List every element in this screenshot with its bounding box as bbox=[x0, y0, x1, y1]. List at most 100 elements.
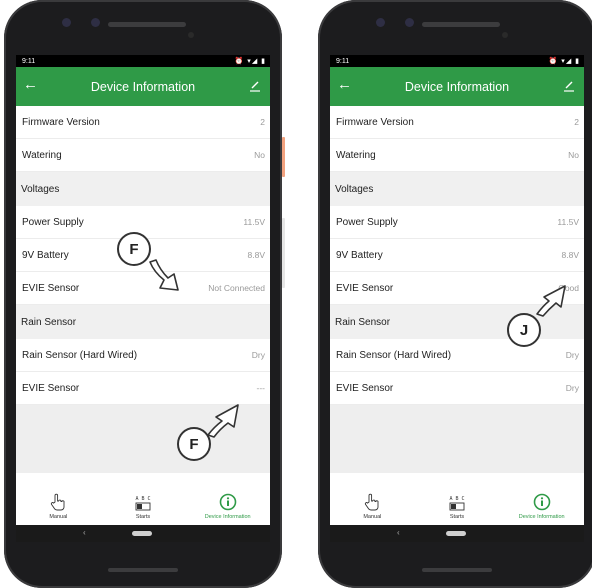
proximity-sensor bbox=[502, 32, 508, 38]
earpiece bbox=[108, 22, 186, 27]
earpiece bbox=[422, 22, 500, 27]
watering-row: Watering No bbox=[330, 139, 584, 172]
firmware-version-row: Firmware Version 2 bbox=[330, 106, 584, 139]
battery-row: 9V Battery 8.8V bbox=[330, 239, 584, 272]
evie-sensor-voltage-row: EVIE Sensor Not Connected bbox=[16, 272, 270, 305]
status-time: 9:11 bbox=[336, 57, 350, 65]
tab-label: Starts bbox=[135, 514, 151, 520]
firmware-version-row: Firmware Version 2 bbox=[16, 106, 270, 139]
row-value: No bbox=[568, 150, 579, 160]
phone-left: 9:11 ⏰ ▾◢ ▮ ← Device Information Firmwar… bbox=[4, 0, 282, 588]
row-label: EVIE Sensor bbox=[336, 282, 394, 294]
rain-sensor-row: Rain Sensor (Hard Wired) Dry bbox=[330, 339, 584, 372]
nav-back-icon[interactable]: ‹ bbox=[83, 528, 86, 537]
row-value: 11.5V bbox=[243, 217, 265, 227]
row-label: Firmware Version bbox=[22, 116, 100, 128]
arrow-up-right-icon bbox=[536, 285, 566, 317]
row-label: 9V Battery bbox=[22, 249, 69, 261]
app-bar: ← Device Information bbox=[330, 67, 584, 106]
row-label: Rain Sensor (Hard Wired) bbox=[336, 349, 452, 361]
page-title: Device Information bbox=[404, 79, 510, 94]
voltages-header: Voltages bbox=[16, 172, 270, 206]
bottom-tab-bar: Manual A B C Starts Device Information bbox=[16, 473, 270, 525]
back-arrow-icon[interactable]: ← bbox=[23, 77, 38, 92]
status-icons: ⏰ ▾◢ ▮ bbox=[234, 58, 266, 65]
row-label: EVIE Sensor bbox=[22, 382, 80, 394]
edit-icon[interactable] bbox=[250, 80, 260, 92]
tab-label: Device Information bbox=[518, 514, 565, 520]
abc-text: A B C bbox=[135, 496, 150, 502]
watering-row: Watering No bbox=[16, 139, 270, 172]
tab-label: Starts bbox=[449, 514, 465, 520]
row-label: Rain Sensor (Hard Wired) bbox=[22, 349, 138, 361]
voltages-header: Voltages bbox=[330, 172, 584, 206]
front-camera bbox=[376, 18, 385, 27]
row-label: Watering bbox=[336, 149, 376, 161]
status-bar: 9:11 ⏰ ▾◢ ▮ bbox=[16, 55, 270, 67]
front-camera bbox=[62, 18, 71, 27]
status-bar: 9:11 ⏰ ▾◢ ▮ bbox=[330, 55, 584, 67]
status-time: 9:11 bbox=[22, 57, 36, 65]
bottom-tab-bar: Manual A B C Starts Device Information bbox=[330, 473, 584, 525]
row-label: Watering bbox=[22, 149, 62, 161]
row-value: Dry bbox=[251, 350, 265, 360]
row-value: 2 bbox=[574, 117, 579, 127]
app-bar: ← Device Information bbox=[16, 67, 270, 106]
row-value: 11.5V bbox=[557, 217, 579, 227]
row-value: 2 bbox=[260, 117, 265, 127]
bottom-speaker bbox=[108, 568, 178, 572]
row-value: Dry bbox=[565, 383, 579, 393]
abc-toggle-icon: A B C bbox=[135, 496, 151, 511]
back-arrow-icon[interactable]: ← bbox=[337, 77, 352, 92]
rain-sensor-header: Rain Sensor bbox=[16, 305, 270, 339]
hand-pointer-icon bbox=[51, 493, 65, 511]
proximity-sensor bbox=[188, 32, 194, 38]
row-label: Firmware Version bbox=[336, 116, 414, 128]
abc-text: A B C bbox=[449, 496, 464, 502]
tab-label: Device Information bbox=[204, 514, 251, 520]
page-title: Device Information bbox=[90, 79, 196, 94]
abc-toggle-icon: A B C bbox=[449, 496, 465, 511]
screen: 9:11 ⏰ ▾◢ ▮ ← Device Information Firmwar… bbox=[16, 55, 270, 542]
tab-label: Manual bbox=[49, 514, 68, 520]
tab-starts[interactable]: A B C Starts bbox=[415, 473, 500, 525]
row-value: 8.8V bbox=[247, 250, 266, 260]
info-icon bbox=[533, 493, 550, 511]
system-nav-bar: ‹ bbox=[330, 525, 584, 542]
sensor bbox=[405, 18, 414, 27]
row-value: No bbox=[254, 150, 265, 160]
nav-home-button[interactable] bbox=[446, 531, 466, 536]
edit-icon[interactable] bbox=[564, 80, 574, 92]
row-label: Power Supply bbox=[22, 216, 84, 228]
tab-starts[interactable]: A B C Starts bbox=[101, 473, 186, 525]
row-label: EVIE Sensor bbox=[336, 382, 394, 394]
tab-manual[interactable]: Manual bbox=[330, 473, 415, 525]
sensor bbox=[91, 18, 100, 27]
tab-device-information[interactable]: Device Information bbox=[499, 473, 584, 525]
row-label: EVIE Sensor bbox=[22, 282, 80, 294]
row-label: Power Supply bbox=[336, 216, 398, 228]
evie-sensor-rain-row: EVIE Sensor Dry bbox=[330, 372, 584, 405]
arrow-down-right-icon bbox=[149, 259, 179, 291]
power-supply-row: Power Supply 11.5V bbox=[330, 206, 584, 239]
info-icon bbox=[219, 493, 236, 511]
tab-label: Manual bbox=[363, 514, 382, 520]
system-nav-bar: ‹ bbox=[16, 525, 270, 542]
hand-pointer-icon bbox=[365, 493, 379, 511]
nav-home-button[interactable] bbox=[132, 531, 152, 536]
power-button bbox=[282, 137, 285, 177]
tab-device-information[interactable]: Device Information bbox=[185, 473, 270, 525]
volume-rocker bbox=[282, 218, 285, 288]
row-value: Dry bbox=[565, 350, 579, 360]
callout-j: J bbox=[507, 313, 541, 347]
nav-back-icon[interactable]: ‹ bbox=[397, 528, 400, 537]
status-icons: ⏰ ▾◢ ▮ bbox=[548, 58, 580, 65]
row-value: Not Connected bbox=[208, 283, 265, 293]
empty-area bbox=[330, 405, 584, 479]
row-value: --- bbox=[256, 383, 266, 393]
tab-manual[interactable]: Manual bbox=[16, 473, 101, 525]
row-label: 9V Battery bbox=[336, 249, 383, 261]
bottom-speaker bbox=[422, 568, 492, 572]
arrow-up-right-icon bbox=[207, 404, 239, 438]
row-value: 8.8V bbox=[561, 250, 580, 260]
